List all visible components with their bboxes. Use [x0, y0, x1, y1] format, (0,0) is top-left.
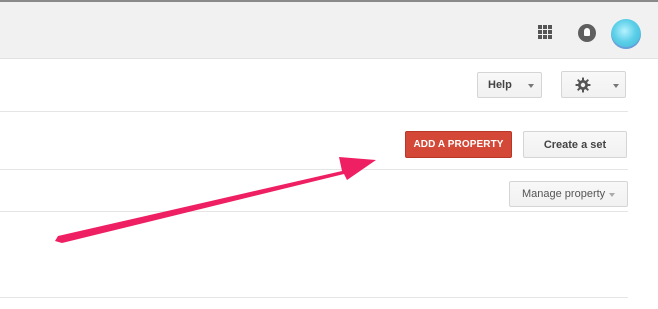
chevron-down-icon	[613, 84, 619, 88]
apps-grid-icon[interactable]	[538, 25, 553, 40]
help-button[interactable]: Help	[477, 72, 542, 98]
divider	[0, 169, 628, 170]
chevron-down-icon	[528, 84, 534, 88]
gear-icon	[575, 77, 591, 93]
chevron-down-icon	[609, 193, 615, 197]
add-property-button[interactable]: ADD A PROPERTY	[405, 131, 512, 158]
create-set-label: Create a set	[543, 138, 607, 151]
create-set-button[interactable]: Create a set	[523, 131, 627, 158]
notifications-icon[interactable]	[578, 24, 596, 42]
add-property-label: ADD A PROPERTY	[413, 139, 504, 150]
divider	[0, 111, 628, 112]
manage-property-button[interactable]: Manage property	[509, 181, 628, 207]
divider	[0, 297, 628, 298]
settings-button[interactable]	[561, 71, 626, 98]
divider	[0, 211, 628, 212]
help-button-label: Help	[488, 79, 512, 91]
manage-property-label: Manage property	[522, 188, 606, 200]
avatar[interactable]	[611, 19, 641, 49]
top-app-bar	[0, 0, 658, 59]
